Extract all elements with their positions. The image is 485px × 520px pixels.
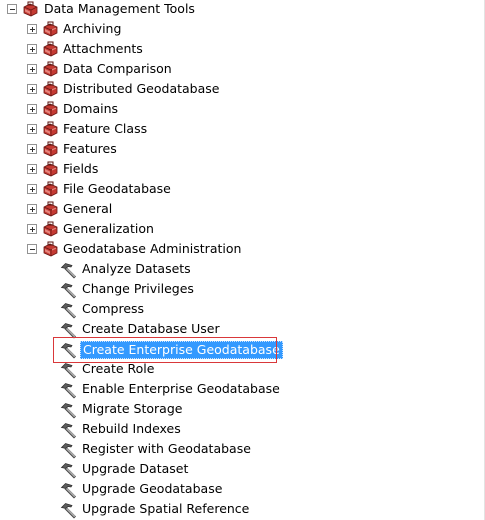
toolbox-icon [43, 181, 58, 197]
toolbox-icon [43, 161, 58, 177]
tool-label: Upgrade Dataset [82, 461, 189, 476]
tool-register-with-geodatabase[interactable]: Register with Geodatabase [0, 440, 320, 460]
collapse-icon[interactable] [27, 244, 37, 254]
tool-change-privileges[interactable]: Change Privileges [0, 280, 320, 300]
toolset-archiving[interactable]: Archiving [0, 20, 320, 40]
catalog-tree: Data Management Tools Archiving Attachme… [0, 0, 485, 520]
hammer-icon [60, 423, 76, 439]
toolset-features[interactable]: Features [0, 140, 320, 160]
hammer-icon [60, 363, 76, 379]
expand-icon[interactable] [27, 84, 37, 94]
toolset-general[interactable]: General [0, 200, 320, 220]
expand-icon[interactable] [27, 104, 37, 114]
tool-rebuild-indexes[interactable]: Rebuild Indexes [0, 420, 320, 440]
toolset-label: Distributed Geodatabase [63, 81, 220, 96]
tool-upgrade-spatial-reference[interactable]: Upgrade Spatial Reference [0, 500, 320, 520]
tool-label: Upgrade Geodatabase [82, 481, 223, 496]
expand-icon[interactable] [27, 204, 37, 214]
tool-label: Upgrade Spatial Reference [82, 501, 250, 516]
tool-enable-enterprise-geodatabase[interactable]: Enable Enterprise Geodatabase [0, 380, 320, 400]
expand-icon[interactable] [27, 44, 37, 54]
toolset-label: Generalization [63, 221, 154, 236]
toolset-label: General [63, 201, 113, 216]
toolbox-icon [43, 81, 58, 97]
toolbox-icon [43, 221, 58, 237]
toolset-domains[interactable]: Domains [0, 100, 320, 120]
hammer-icon [60, 383, 76, 399]
expand-icon[interactable] [27, 124, 37, 134]
toolset-label: Attachments [63, 41, 143, 56]
toolset-label: Features [63, 141, 117, 156]
tool-label: Register with Geodatabase [82, 441, 251, 456]
tool-upgrade-dataset[interactable]: Upgrade Dataset [0, 460, 320, 480]
annotation-highlight-box [53, 337, 277, 363]
toolbox-icon [43, 101, 58, 117]
tool-label: Create Database User [82, 321, 220, 336]
hammer-icon [60, 503, 76, 519]
toolbox-icon [43, 121, 58, 137]
tool-analyze-datasets[interactable]: Analyze Datasets [0, 260, 320, 280]
tool-migrate-storage[interactable]: Migrate Storage [0, 400, 320, 420]
tool-create-role[interactable]: Create Role [0, 360, 320, 380]
toolset-label: Data Comparison [63, 61, 172, 76]
tool-label: Compress [82, 301, 145, 316]
tool-upgrade-geodatabase[interactable]: Upgrade Geodatabase [0, 480, 320, 500]
toolset-label: File Geodatabase [63, 181, 171, 196]
expand-icon[interactable] [27, 64, 37, 74]
toolset-fields[interactable]: Fields [0, 160, 320, 180]
toolset-label: Feature Class [63, 121, 148, 136]
tool-label: Migrate Storage [82, 401, 183, 416]
toolset-attachments[interactable]: Attachments [0, 40, 320, 60]
hammer-icon [60, 263, 76, 279]
toolset-file-geodatabase[interactable]: File Geodatabase [0, 180, 320, 200]
toolbox-icon [23, 1, 38, 17]
toolbox-icon [43, 201, 58, 217]
toolset-feature-class[interactable]: Feature Class [0, 120, 320, 140]
tree-root-data-management-tools[interactable]: Data Management Tools [0, 0, 300, 20]
hammer-icon [60, 403, 76, 419]
expand-icon[interactable] [27, 164, 37, 174]
expand-icon[interactable] [27, 144, 37, 154]
collapse-icon[interactable] [7, 4, 17, 14]
toolbox-icon [43, 241, 58, 257]
tool-label: Rebuild Indexes [82, 421, 181, 436]
toolset-label: Archiving [63, 21, 122, 36]
expand-icon[interactable] [27, 24, 37, 34]
toolset-label: Geodatabase Administration [63, 241, 242, 256]
toolbox-icon [43, 41, 58, 57]
hammer-icon [60, 303, 76, 319]
toolset-generalization[interactable]: Generalization [0, 220, 320, 240]
toolset-label: Fields [63, 161, 99, 176]
hammer-icon [60, 463, 76, 479]
toolset-label: Domains [63, 101, 119, 116]
hammer-icon [60, 443, 76, 459]
toolset-distributed-geodatabase[interactable]: Distributed Geodatabase [0, 80, 320, 100]
toolset-geodatabase-administration[interactable]: Geodatabase Administration [0, 240, 320, 260]
toolbox-icon [43, 61, 58, 77]
tool-label: Analyze Datasets [82, 261, 191, 276]
toolset-data-comparison[interactable]: Data Comparison [0, 60, 320, 80]
tool-compress[interactable]: Compress [0, 300, 320, 320]
hammer-icon [60, 283, 76, 299]
expand-icon[interactable] [27, 184, 37, 194]
tool-label: Change Privileges [82, 281, 194, 296]
toolbox-icon [43, 141, 58, 157]
toolbox-icon [43, 21, 58, 37]
hammer-icon [60, 483, 76, 499]
tool-label: Enable Enterprise Geodatabase [82, 381, 280, 396]
tree-root-label: Data Management Tools [44, 1, 195, 16]
expand-icon[interactable] [27, 224, 37, 234]
